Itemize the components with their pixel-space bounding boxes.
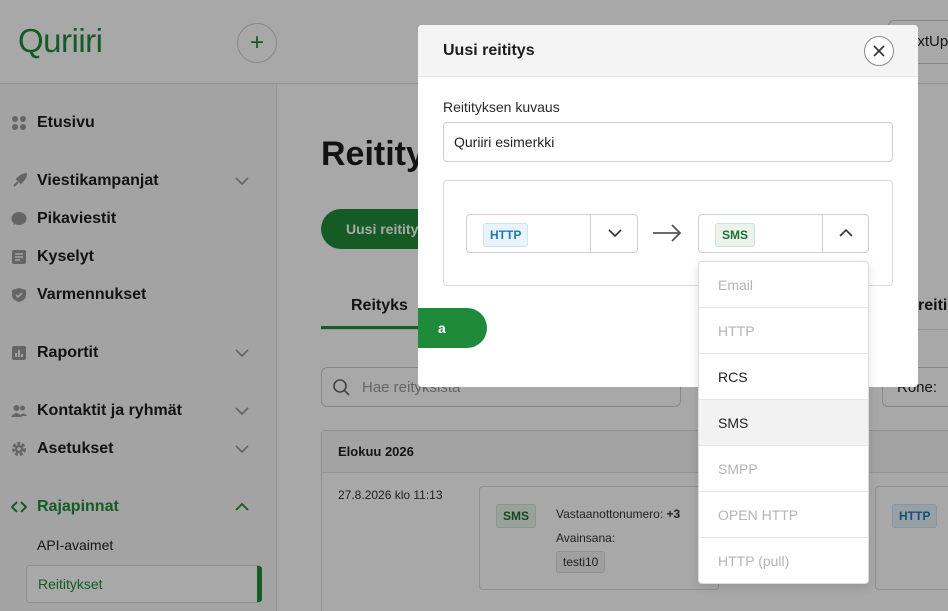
save-button[interactable]: a xyxy=(418,308,487,348)
sms-badge: SMS xyxy=(715,223,756,247)
target-dropdown-menu: Email HTTP RCS SMS SMPP OPEN HTTP HTTP (… xyxy=(698,261,869,584)
arrow-right-icon xyxy=(653,224,682,242)
select-divider xyxy=(822,215,823,252)
select-divider xyxy=(590,215,591,252)
source-select[interactable]: HTTP xyxy=(466,214,638,253)
description-label: Reitityksen kuvaus xyxy=(443,99,560,115)
description-input[interactable] xyxy=(443,122,893,162)
option-rcs[interactable]: RCS xyxy=(699,354,868,400)
close-icon xyxy=(873,45,885,57)
modal-header: Uusi reititys xyxy=(418,25,918,77)
close-button[interactable] xyxy=(864,36,894,66)
option-http: HTTP xyxy=(699,308,868,354)
modal-title: Uusi reititys xyxy=(443,42,535,59)
option-open-http: OPEN HTTP xyxy=(699,492,868,538)
option-http-pull: HTTP (pull) xyxy=(718,553,790,569)
chevron-up-icon[interactable] xyxy=(838,225,854,241)
http-badge: HTTP xyxy=(483,223,529,247)
option-smpp: SMPP xyxy=(699,446,868,492)
option-sms[interactable]: SMS xyxy=(699,400,868,446)
option-email: Email xyxy=(699,262,868,308)
target-select[interactable]: SMS xyxy=(698,214,869,253)
chevron-down-icon[interactable] xyxy=(607,225,623,241)
